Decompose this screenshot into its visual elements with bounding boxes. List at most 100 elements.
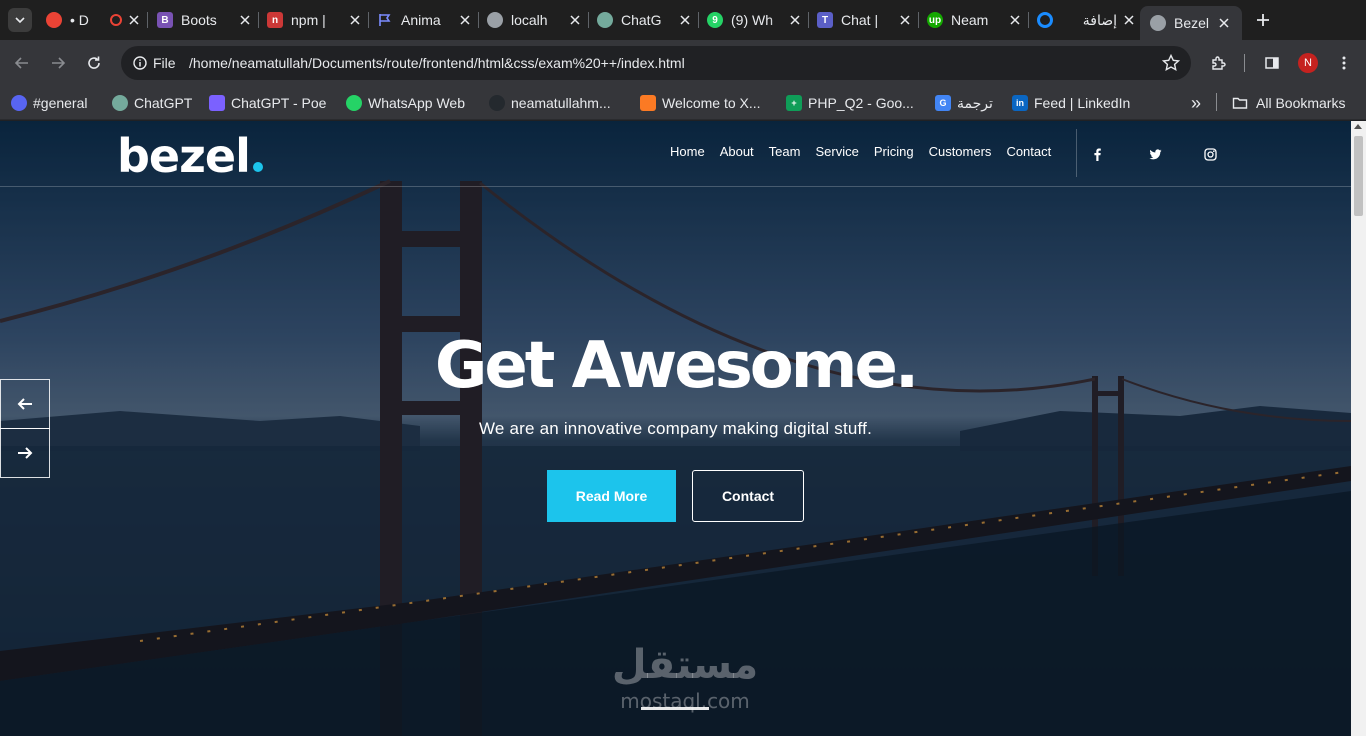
tab-divider [918,12,919,28]
all-bookmarks-button[interactable]: All Bookmarks [1232,91,1345,115]
bookmark-linkedin[interactable]: in Feed | LinkedIn [1012,91,1130,115]
bookmark-translate[interactable]: G ترجمة [935,91,993,115]
side-panel-button[interactable] [1260,51,1284,75]
scrollbar-thumb[interactable] [1354,136,1363,216]
tab-active-bezel[interactable]: Bezel [1140,6,1242,40]
tab-3[interactable]: Anima [377,6,473,34]
tab-label: (9) Wh [731,12,773,28]
tab-6[interactable]: 9 (9) Wh [707,6,803,34]
tab-divider [698,12,699,28]
browser-toolbar: File /home/neamatullah/Documents/route/f… [0,40,1366,86]
menu-customers[interactable]: Customers [929,144,992,159]
bookmark-poe[interactable]: ChatGPT - Poe [209,91,326,115]
xampp-icon [640,95,656,111]
close-icon[interactable] [457,12,473,28]
tab-label: Neam [951,12,989,28]
npm-icon: n [267,12,283,28]
github-icon [489,95,505,111]
tab-divider [478,12,479,28]
menu-about[interactable]: About [720,144,754,159]
tab-4[interactable]: localh [487,6,583,34]
site-info-chip[interactable]: File [127,50,184,76]
site-navbar: bezel Home About Team Service Pricing Cu… [0,121,1351,187]
bookmark-star-icon[interactable] [1161,53,1181,73]
tab-divider [588,12,589,28]
bookmark-label: Welcome to X... [662,95,761,111]
tab-5[interactable]: ChatG [597,6,693,34]
tab-label: Anima [401,12,441,28]
read-more-button[interactable]: Read More [547,470,676,522]
menu-service[interactable]: Service [815,144,858,159]
tab-label: Chat | [841,12,879,28]
chatgpt-icon [112,95,128,111]
page-scrollbar[interactable] [1351,121,1366,736]
close-icon[interactable] [1216,15,1232,31]
arrow-right-icon [18,447,33,459]
close-icon[interactable] [347,12,363,28]
site-logo[interactable]: bezel [117,129,263,183]
menu-contact[interactable]: Contact [1006,144,1051,159]
close-icon[interactable] [237,12,253,28]
close-icon[interactable] [677,12,693,28]
mostaql-watermark: مستقل mostaql.com [600,641,770,713]
tab-2[interactable]: n npm | [267,6,363,34]
hero-subtitle: We are an innovative company making digi… [478,419,873,438]
globe-icon [1150,15,1166,31]
bookmark-github[interactable]: neamatullahm... [489,91,611,115]
arrow-left-icon [14,57,28,69]
extensions-button[interactable] [1206,51,1230,75]
menu-home[interactable]: Home [670,144,705,159]
recording-icon [110,14,122,26]
browser-menu-button[interactable] [1332,51,1356,75]
scroll-up-arrow[interactable] [1354,124,1362,129]
tab-0[interactable]: • D [46,6,142,34]
plus-icon [1257,14,1269,26]
bookmark-general[interactable]: #general [11,91,88,115]
slide-indicator[interactable] [641,707,709,710]
tab-1[interactable]: B Boots [157,6,253,34]
tab-label: ChatG [621,12,662,28]
reload-button[interactable] [82,51,106,75]
bookmark-label: WhatsApp Web [368,95,466,111]
site-info-label: File [153,55,176,71]
close-icon[interactable] [1007,12,1023,28]
profile-avatar[interactable]: N [1298,53,1318,73]
contact-button[interactable]: Contact [692,470,804,522]
bookmark-php-q2[interactable]: + PHP_Q2 - Goo... [786,91,914,115]
tab-divider [1028,12,1029,28]
translate-icon: G [935,95,951,111]
tab-label: Bezel [1174,15,1210,31]
tab-label: npm | [291,12,326,28]
close-icon[interactable] [897,12,913,28]
bookmark-label: PHP_Q2 - Goo... [808,95,914,111]
twitter-icon[interactable] [1147,146,1163,162]
facebook-icon[interactable] [1089,146,1105,162]
tab-label: localh [511,12,548,28]
bookmark-label: #general [33,95,88,111]
bookmarks-overflow-button[interactable]: » [1184,91,1208,115]
new-tab-button[interactable] [1251,8,1275,32]
bookmark-xampp[interactable]: Welcome to X... [640,91,761,115]
tab-8[interactable]: up Neam [927,6,1023,34]
back-button[interactable] [10,51,34,75]
instagram-icon[interactable] [1202,146,1218,162]
tab-9[interactable]: إضافة [1037,6,1137,34]
close-icon[interactable] [787,12,803,28]
upwork-icon: up [927,12,943,28]
forward-button[interactable] [46,51,70,75]
bookmark-chatgpt[interactable]: ChatGPT [112,91,192,115]
close-icon[interactable] [1121,12,1137,28]
url-text[interactable]: /home/neamatullah/Documents/route/fronte… [189,46,685,80]
address-bar[interactable]: File /home/neamatullah/Documents/route/f… [121,46,1191,80]
main-menu: Home About Team Service Pricing Customer… [670,144,1066,159]
menu-pricing[interactable]: Pricing [874,144,914,159]
tab-search-button[interactable] [8,8,32,32]
tab-divider [368,12,369,28]
bookmark-label: Feed | LinkedIn [1034,95,1131,111]
logo-text: bezel [117,129,251,183]
close-icon[interactable] [567,12,583,28]
menu-team[interactable]: Team [769,144,801,159]
bookmark-whatsapp[interactable]: WhatsApp Web [346,91,465,115]
tab-7[interactable]: T Chat | [817,6,913,34]
close-icon[interactable] [126,12,142,28]
